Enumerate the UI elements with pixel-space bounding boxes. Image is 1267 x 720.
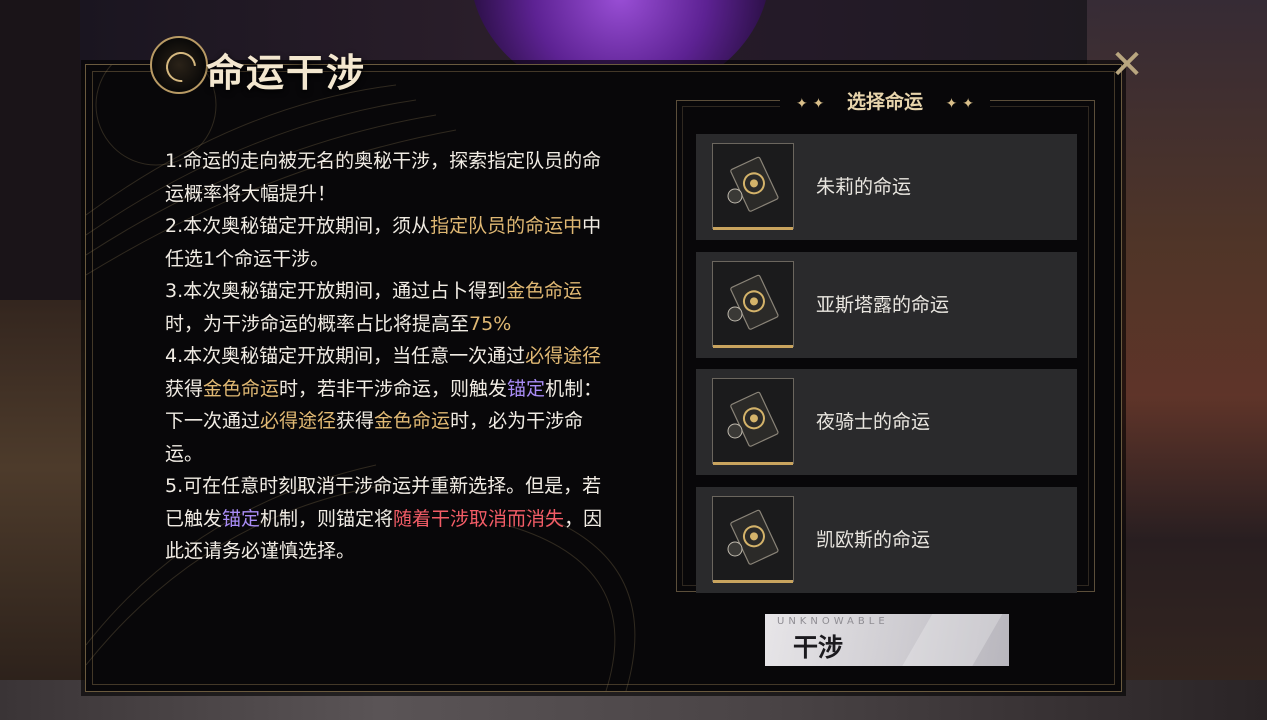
rule-text: 获得 bbox=[336, 410, 375, 432]
rule-text: 时，为干涉命运的概率占比将提高至 bbox=[165, 312, 470, 335]
title-bar: 命运干涉 bbox=[150, 22, 410, 102]
rules-description: 1.命运的走向被无名的奥秘干涉，探索指定队员的命运概率将大幅提升！ 2.本次奥秘锚… bbox=[165, 145, 605, 568]
rule-text: 1.命运的走向被无名的奥秘干涉，探索指定队员的命运概率将大幅提升！ bbox=[165, 150, 602, 205]
rule-text: 随着干涉取消而消失 bbox=[393, 507, 565, 530]
rule-text: 获得 bbox=[165, 377, 204, 400]
rule-text: 必得途径 bbox=[260, 410, 337, 432]
star-decoration-icon: ✦ ✦ bbox=[945, 96, 974, 112]
fate-card-icon bbox=[712, 143, 794, 230]
button-stripe bbox=[891, 614, 1009, 666]
fate-card-icon bbox=[712, 378, 794, 465]
rule-paragraph: 2.本次奥秘锚定开放期间，须从指定队员的命运中中任选1个命运干涉。 bbox=[165, 210, 605, 275]
fate-item[interactable]: 凯欧斯的命运 bbox=[696, 486, 1077, 593]
rule-paragraph: 3.本次奥秘锚定开放期间，通过占卜得到金色命运时，为干涉命运的概率占比将提高至7… bbox=[165, 275, 605, 340]
rule-text: 75% bbox=[469, 312, 512, 335]
fate-item-label: 夜骑士的命运 bbox=[816, 411, 931, 433]
rule-text: 3.本次奥秘锚定开放期间，通过占卜得到 bbox=[165, 280, 507, 302]
interfere-button[interactable]: UNKNOWABLE 干涉 bbox=[765, 614, 1009, 666]
rule-text: 2.本次奥秘锚定开放期间，须从 bbox=[165, 215, 431, 237]
rule-text: 锚定 bbox=[222, 507, 261, 530]
fate-item[interactable]: 亚斯塔露的命运 bbox=[696, 251, 1077, 358]
button-label: 干涉 bbox=[793, 633, 844, 662]
rule-text: 机制，则锚定将 bbox=[260, 507, 394, 530]
rule-paragraph: 4.本次奥秘锚定开放期间，当任意一次通过必得途径获得金色命运时，若非干涉命运，则… bbox=[165, 340, 605, 470]
close-button[interactable]: ✕ bbox=[1104, 42, 1150, 88]
fate-item-label: 凯欧斯的命运 bbox=[816, 528, 931, 551]
rule-text: 金色命运 bbox=[374, 410, 451, 432]
fate-item[interactable]: 夜骑士的命运 bbox=[696, 369, 1077, 475]
rule-text: 指定队员的命运中 bbox=[430, 215, 583, 237]
fate-item[interactable]: 朱莉的命运 bbox=[696, 134, 1077, 240]
rule-text: 4.本次奥秘锚定开放期间，当任意一次通过 bbox=[165, 345, 526, 367]
rule-paragraph: 1.命运的走向被无名的奥秘干涉，探索指定队员的命运概率将大幅提升！ bbox=[165, 145, 605, 210]
select-fate-title: 选择命运 bbox=[846, 91, 923, 113]
rule-paragraph: 5.可在任意时刻取消干涉命运并重新选择。但是，若已触发锚定机制，则锚定将随着干涉… bbox=[165, 470, 605, 568]
rule-text: 锚定 bbox=[507, 377, 546, 400]
rule-text: 金色命运 bbox=[506, 280, 583, 302]
button-subtitle: UNKNOWABLE bbox=[777, 616, 889, 627]
fate-list: 朱莉的命运 亚斯塔露的命运 夜骑士的命运 凯欧斯的命运 bbox=[696, 134, 1077, 604]
rule-text: 必得途径 bbox=[525, 345, 602, 367]
rule-text: 金色命运 bbox=[203, 377, 280, 400]
select-fate-header: ✦ ✦ 选择命运 ✦ ✦ bbox=[780, 86, 990, 118]
moon-emblem-icon bbox=[150, 36, 208, 94]
fate-item-label: 朱莉的命运 bbox=[816, 176, 912, 198]
fate-card-icon bbox=[712, 495, 794, 583]
star-decoration-icon: ✦ ✦ bbox=[796, 96, 825, 112]
rule-text: 时，若非干涉命运，则触发 bbox=[279, 377, 508, 400]
fate-card-icon bbox=[712, 260, 794, 348]
fate-item-label: 亚斯塔露的命运 bbox=[816, 293, 950, 316]
page-title: 命运干涉 bbox=[206, 50, 367, 95]
